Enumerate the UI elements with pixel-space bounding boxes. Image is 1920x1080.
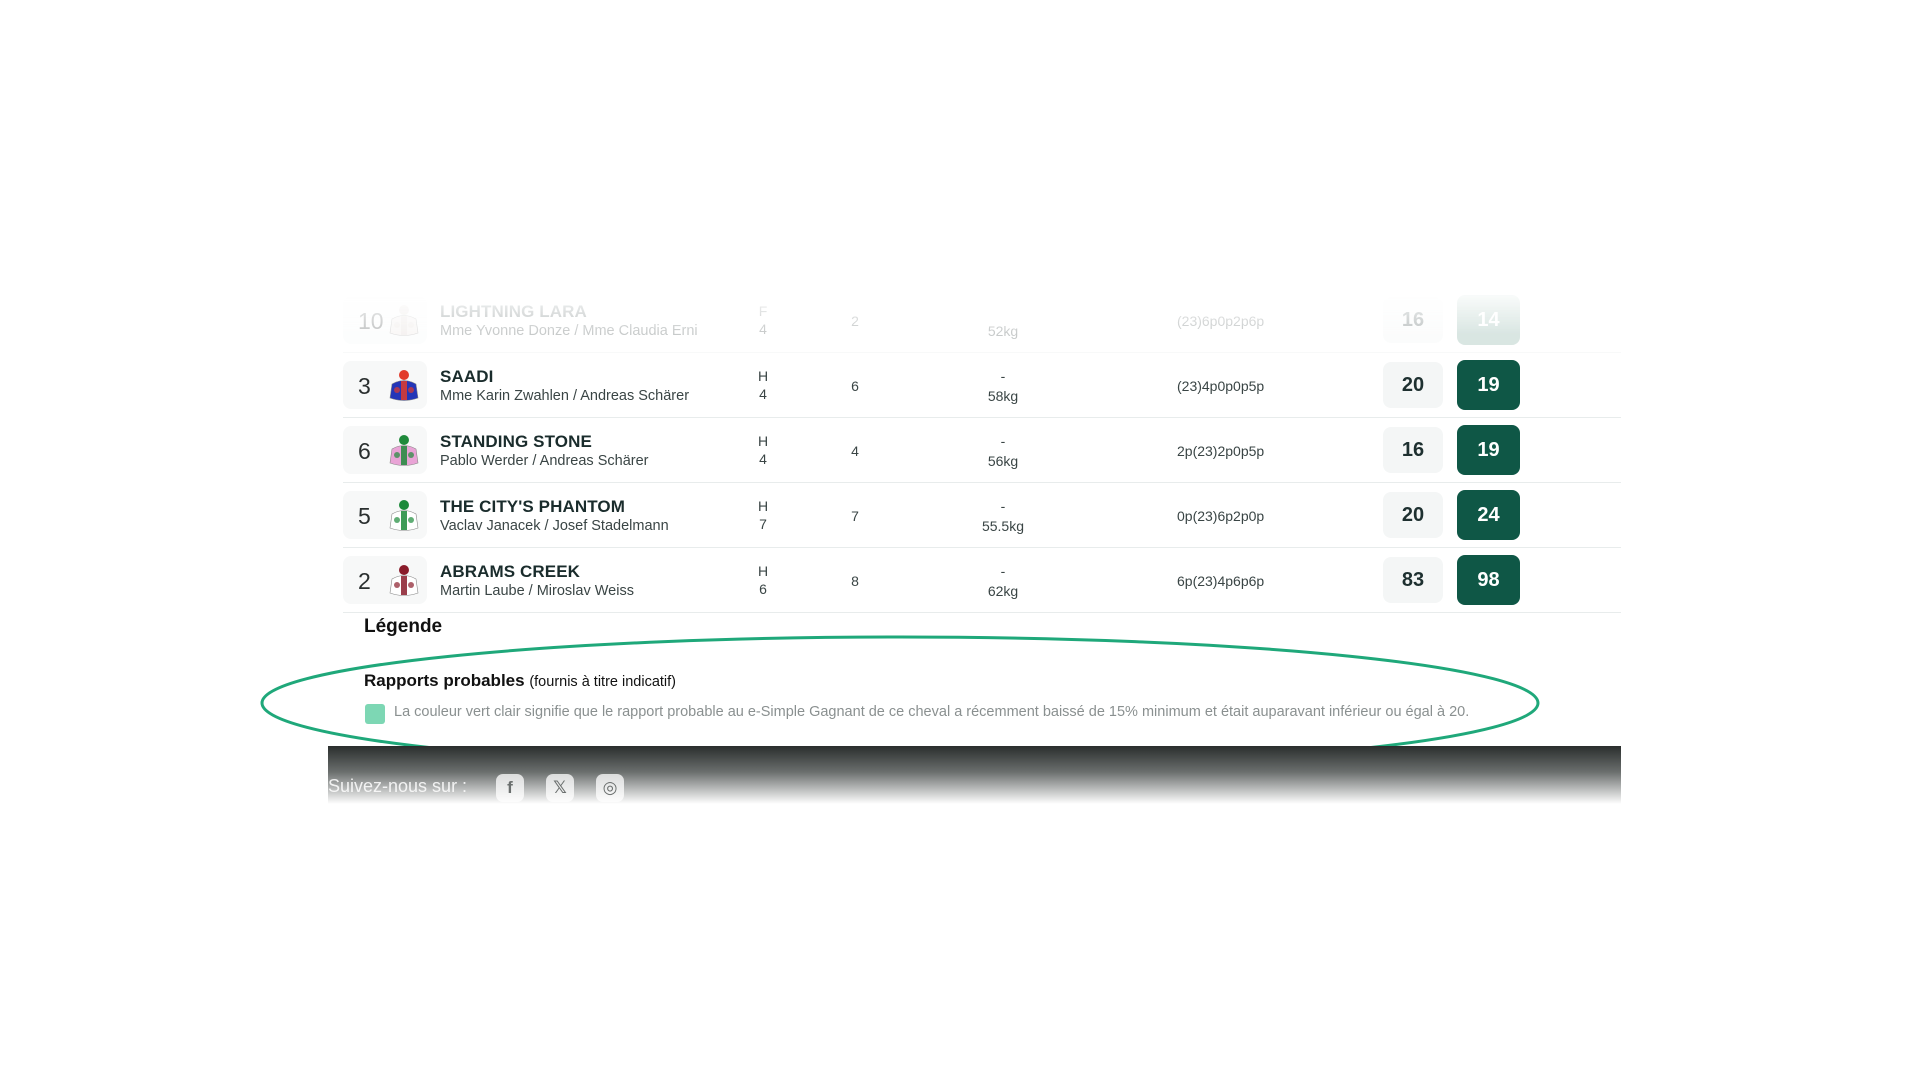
runner-number-cell: 3 xyxy=(343,361,427,409)
runner-number: 2 xyxy=(358,568,371,594)
x-icon[interactable]: 𝕏 xyxy=(546,774,574,802)
legend-subtitle-strong: Rapports probables xyxy=(364,671,525,690)
horse-name[interactable]: THE CITY'S PHANTOM xyxy=(440,497,625,517)
runner-number-cell: 6 xyxy=(343,426,427,474)
handicap-dash: - xyxy=(1000,498,1006,514)
table-row[interactable]: 10 LIGHTNING LARA Mme Yvonne Donze / Mme C… xyxy=(343,288,1621,353)
horse-name[interactable]: LIGHTNING LARA xyxy=(440,302,587,322)
rope-number: 7 xyxy=(851,508,859,524)
legend-text: La couleur vert clair signifie que le ra… xyxy=(394,704,1470,720)
recent-form: 2p(23)2p0p5p xyxy=(1177,443,1265,459)
previous-odds: 16 xyxy=(1383,427,1443,473)
previous-odds: 83 xyxy=(1383,557,1443,603)
horse-age: 7 xyxy=(759,516,767,532)
jockey-silk-icon xyxy=(389,565,419,596)
jockey-silk-icon xyxy=(389,435,419,466)
owner-trainer: Pablo Werder / Andreas Schärer xyxy=(440,453,649,469)
jockey-silk-icon xyxy=(389,370,419,401)
recent-form: (23)4p0p0p5p xyxy=(1177,378,1265,394)
runner-number: 5 xyxy=(358,503,371,529)
owner-trainer: Vaclav Janacek / Josef Stadelmann xyxy=(440,518,669,534)
horse-name[interactable]: STANDING STONE xyxy=(440,432,592,452)
horse-age: 4 xyxy=(759,451,767,467)
horse-sex: H xyxy=(757,498,769,514)
horse-weight: 55.5kg xyxy=(981,518,1025,534)
horse-sex: F xyxy=(758,303,768,319)
jockey-silk-icon xyxy=(389,305,419,336)
horse-weight: 56kg xyxy=(987,453,1019,469)
current-odds-button[interactable]: 14 xyxy=(1457,295,1520,345)
rope-number: 8 xyxy=(851,573,859,589)
instagram-icon[interactable]: ◎ xyxy=(596,774,624,802)
footer-strip: Suivez-nous sur : f 𝕏 ◎ xyxy=(328,746,1621,804)
recent-form: (23)6p0p2p6p xyxy=(1177,313,1265,329)
table-row[interactable]: 6 STANDING STONE Pablo Werder / Andreas Sc… xyxy=(343,418,1621,483)
legend-subtitle-note: (fournis à titre indicatif) xyxy=(529,674,676,690)
table-row[interactable]: 5 THE CITY'S PHANTOM Vaclav Janacek / Jose… xyxy=(343,483,1621,548)
legend-subtitle: Rapports probables (fournis à titre indi… xyxy=(364,671,676,691)
current-odds-button[interactable]: 19 xyxy=(1457,360,1520,410)
horse-weight: 62kg xyxy=(987,583,1019,599)
recent-form: 0p(23)6p2p0p xyxy=(1177,508,1265,524)
rope-number: 6 xyxy=(851,378,859,394)
runner-number: 3 xyxy=(358,373,371,399)
runner-number: 6 xyxy=(358,438,371,464)
horse-name[interactable]: ABRAMS CREEK xyxy=(440,562,580,582)
horse-name[interactable]: SAADI xyxy=(440,367,493,387)
horse-sex: H xyxy=(757,368,769,384)
current-odds-button[interactable]: 24 xyxy=(1457,490,1520,540)
recent-form: 6p(23)4p6p6p xyxy=(1177,573,1265,589)
light-green-swatch xyxy=(365,704,385,724)
owner-trainer: Martin Laube / Miroslav Weiss xyxy=(440,583,634,599)
runner-number-cell: 10 xyxy=(343,296,427,344)
runner-number-cell: 2 xyxy=(343,556,427,604)
rope-number: 2 xyxy=(851,313,859,329)
runners-table: 10 LIGHTNING LARA Mme Yvonne Donze / Mme C… xyxy=(343,288,1621,613)
horse-age: 4 xyxy=(759,386,767,402)
follow-us-label: Suivez-nous sur : xyxy=(328,776,468,796)
table-row[interactable]: 3 SAADI Mme Karin Zwahlen / Andreas Schäre… xyxy=(343,353,1621,418)
handicap-dash: - xyxy=(1000,368,1006,384)
runner-number-cell: 5 xyxy=(343,491,427,539)
horse-age: 6 xyxy=(759,581,767,597)
current-odds-button[interactable]: 19 xyxy=(1457,425,1520,475)
horse-age: 4 xyxy=(759,321,767,337)
horse-weight: 52kg xyxy=(987,323,1019,339)
owner-trainer: Mme Yvonne Donze / Mme Claudia Erni xyxy=(440,323,698,339)
rope-number: 4 xyxy=(851,443,859,459)
facebook-icon[interactable]: f xyxy=(496,774,524,802)
handicap-dash: - xyxy=(1000,433,1006,449)
owner-trainer: Mme Karin Zwahlen / Andreas Schärer xyxy=(440,388,690,404)
horse-sex: H xyxy=(757,563,769,579)
previous-odds: 20 xyxy=(1383,492,1443,538)
previous-odds: 20 xyxy=(1383,362,1443,408)
current-odds-button[interactable]: 98 xyxy=(1457,555,1520,605)
jockey-silk-icon xyxy=(389,500,419,531)
runner-number: 10 xyxy=(358,308,384,334)
previous-odds: 16 xyxy=(1383,297,1443,343)
horse-weight: 58kg xyxy=(987,388,1019,404)
table-row[interactable]: 2 ABRAMS CREEK Martin Laube / Miroslav Wei… xyxy=(343,548,1621,613)
handicap-dash: - xyxy=(1000,563,1006,579)
legend-title: Légende xyxy=(364,616,443,637)
horse-sex: H xyxy=(757,433,769,449)
